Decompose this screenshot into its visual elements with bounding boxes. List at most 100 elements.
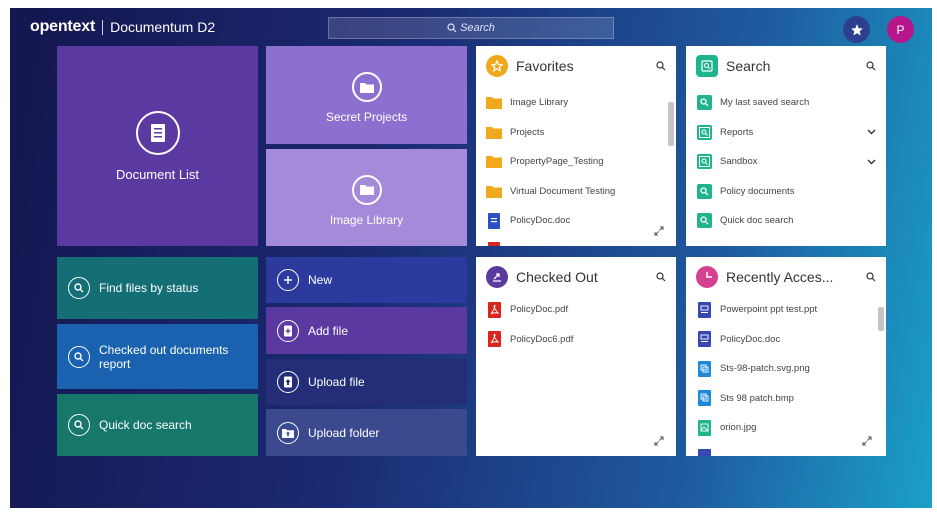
search-panel: Search My last saved search Reports Sand… — [686, 46, 886, 246]
app-window: opentext Documentum D2 Search P Document… — [10, 8, 932, 508]
user-avatar[interactable]: P — [887, 16, 914, 43]
image-file-icon — [696, 419, 712, 436]
list-item-label: PolicyDoc6.pdf — [510, 333, 574, 345]
recently-accessed-header: Recently Acces... — [686, 257, 886, 297]
favorites-header: Favorites — [476, 46, 676, 86]
scroll-thumb[interactable] — [668, 102, 674, 146]
brand-logo: opentext — [30, 18, 96, 35]
list-item[interactable]: PropertyPage_Testing — [476, 147, 676, 177]
document-icon — [696, 301, 712, 318]
list-item[interactable]: PolicyDoc6.pdf — [476, 325, 676, 355]
chevron-down-icon[interactable] — [867, 159, 876, 165]
tile-upload-folder[interactable]: Upload folder — [266, 409, 467, 456]
new-label: New — [308, 273, 333, 287]
tile-new[interactable]: New — [266, 257, 467, 303]
favorites-title: Favorites — [516, 58, 574, 74]
list-item[interactable]: Powerpoint ppt test.ppt — [686, 295, 886, 325]
plus-icon — [277, 269, 299, 291]
list-item[interactable]: Sandbox — [686, 147, 886, 177]
document-icon — [696, 449, 712, 456]
scroll-thumb[interactable] — [878, 307, 884, 331]
search-icon[interactable] — [866, 272, 876, 282]
list-item-partial[interactable] — [476, 236, 676, 246]
favorites-star-button[interactable] — [843, 16, 870, 43]
search-icon — [447, 23, 457, 33]
expand-icon[interactable] — [862, 436, 872, 446]
search-icon — [696, 213, 712, 229]
star-icon — [486, 55, 508, 77]
pdf-icon — [486, 301, 502, 318]
list-item[interactable]: My last saved search — [686, 88, 886, 118]
tile-upload-file[interactable]: Upload file — [266, 359, 467, 405]
tile-quick-doc-search[interactable]: Quick doc search — [57, 394, 258, 456]
list-item[interactable]: orion.jpg — [686, 413, 886, 443]
list-item-partial[interactable] — [686, 443, 886, 456]
list-item-label: PolicyDoc.pdf — [510, 304, 569, 316]
folder-icon — [486, 154, 502, 170]
list-item-label: PolicyDoc.doc — [510, 215, 571, 227]
list-item[interactable]: PolicyDoc.pdf — [476, 295, 676, 325]
list-item-label: Policy documents — [720, 185, 795, 197]
list-item-label: Sandbox — [720, 156, 758, 168]
list-item-label: PolicyDoc.doc — [720, 333, 781, 345]
tile-image-library[interactable]: Image Library — [266, 149, 467, 246]
expand-icon[interactable] — [654, 226, 664, 236]
list-item-label: Sts 98 patch.bmp — [720, 392, 794, 404]
favorites-list: Image Library Projects PropertyPage_Test… — [476, 88, 676, 246]
image-file-icon — [696, 360, 712, 377]
list-item-label: Image Library — [510, 97, 569, 109]
tile-secret-projects[interactable]: Secret Projects — [266, 46, 467, 144]
tile-find-files-by-status[interactable]: Find files by status — [57, 257, 258, 319]
search-icon[interactable] — [656, 61, 666, 71]
saved-search-folder-icon — [696, 154, 712, 170]
word-doc-icon — [486, 212, 502, 229]
upload-file-label: Upload file — [308, 375, 365, 389]
list-item[interactable]: Projects — [476, 118, 676, 148]
list-item[interactable]: Virtual Document Testing — [476, 177, 676, 207]
brand-divider — [102, 19, 104, 35]
top-header: opentext Documentum D2 Search P — [10, 8, 932, 46]
search-icon[interactable] — [866, 61, 876, 71]
saved-search-folder-icon — [696, 124, 712, 140]
favorites-scrollbar[interactable] — [668, 92, 674, 240]
list-item[interactable]: Image Library — [476, 88, 676, 118]
list-item[interactable]: Policy documents — [686, 177, 886, 207]
global-search-input[interactable]: Search — [328, 17, 614, 39]
tile-add-file[interactable]: Add file — [266, 307, 467, 354]
word-doc-icon — [696, 331, 712, 348]
tile-checked-out-report[interactable]: Checked out documents report — [57, 324, 258, 389]
product-name: Documentum D2 — [110, 19, 216, 35]
recently-accessed-panel: Recently Acces... Powerpoint ppt test.pp… — [686, 257, 886, 456]
list-item[interactable]: Quick doc search — [686, 206, 886, 236]
checked-out-panel: Checked Out PolicyDoc.pdf PolicyDoc6.pdf — [476, 257, 676, 456]
search-panel-header: Search — [686, 46, 886, 86]
tile-document-list[interactable]: Document List — [57, 46, 258, 246]
search-list: My last saved search Reports Sandbox Pol… — [686, 88, 886, 246]
search-icon — [68, 345, 90, 368]
folder-icon — [486, 95, 502, 111]
brand: opentext Documentum D2 — [30, 18, 215, 36]
search-icon[interactable] — [656, 272, 666, 282]
list-item[interactable]: Reports — [686, 118, 886, 148]
add-file-label: Add file — [308, 323, 349, 338]
saved-search-icon — [696, 55, 718, 77]
upload-file-icon — [277, 371, 299, 393]
recent-scrollbar[interactable] — [878, 299, 884, 449]
pdf-icon — [486, 331, 502, 348]
checked-out-title: Checked Out — [516, 269, 598, 285]
list-item[interactable]: PolicyDoc.doc — [686, 325, 886, 355]
checked-out-icon — [486, 266, 508, 288]
star-icon — [850, 23, 863, 35]
list-item[interactable]: Sts-98-patch.svg.png — [686, 354, 886, 384]
search-icon — [68, 414, 90, 436]
list-item[interactable]: PolicyDoc.doc — [476, 206, 676, 236]
upload-folder-icon — [277, 421, 299, 444]
pdf-icon — [486, 242, 502, 246]
list-item[interactable]: Sts 98 patch.bmp — [686, 384, 886, 414]
list-item-label: PropertyPage_Testing — [510, 156, 604, 168]
chevron-down-icon[interactable] — [867, 129, 876, 135]
expand-icon[interactable] — [654, 436, 664, 446]
list-item-label: My last saved search — [720, 97, 810, 109]
folder-icon — [486, 183, 502, 199]
quick-doc-search-label: Quick doc search — [99, 418, 192, 432]
